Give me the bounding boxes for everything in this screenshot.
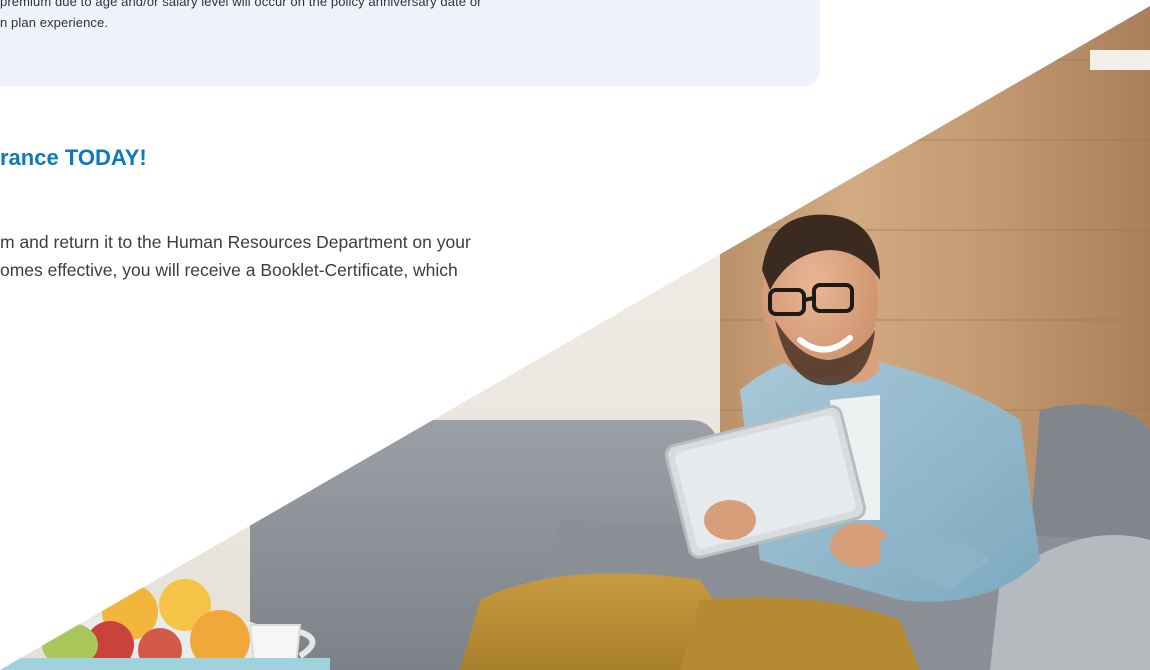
info-box: premium due to age and/or salary level w…: [0, 0, 820, 86]
man-with-tablet-photo: [0, 6, 1150, 670]
body-paragraph: m and return it to the Human Resources D…: [0, 228, 471, 284]
document-page: premium due to age and/or salary level w…: [0, 0, 1150, 670]
info-line-1: premium due to age and/or salary level w…: [0, 0, 482, 9]
info-line-2: n plan experience.: [0, 15, 109, 30]
body-line-2: omes effective, you will receive a Bookl…: [0, 260, 458, 280]
body-line-1: m and return it to the Human Resources D…: [0, 232, 471, 252]
call-to-action-heading: rance TODAY!: [0, 145, 147, 170]
